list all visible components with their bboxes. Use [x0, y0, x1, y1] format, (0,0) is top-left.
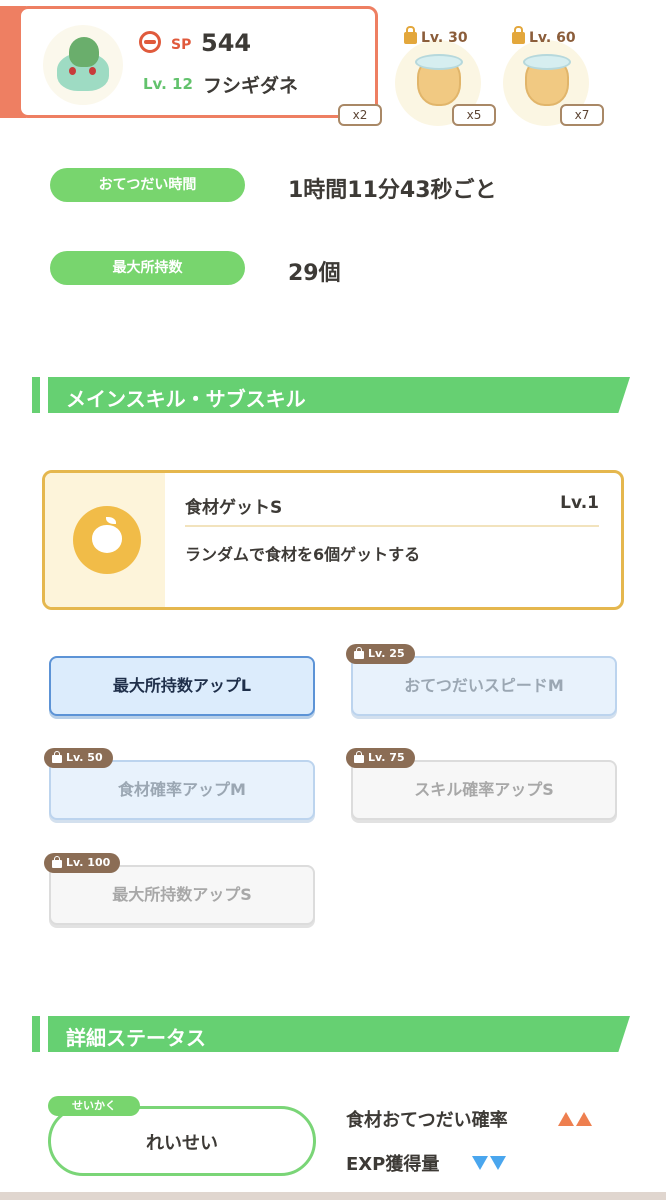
lock-icon — [52, 856, 62, 868]
section-accent-bar — [32, 1016, 40, 1052]
help-time-value: 1時間11分43秒ごと — [288, 178, 497, 203]
skills-section-title: メインスキル・サブスキル — [66, 387, 306, 411]
ingredient-lock-level: Lv. 30 — [421, 30, 468, 46]
lock-icon — [512, 26, 525, 44]
pokemon-header: SP 544 Lv. 12 フシギダネ x2 Lv. 30 x5 Lv. 60 … — [0, 0, 666, 128]
main-skill-description: ランダムで食材を6個ゲットする — [185, 545, 421, 564]
pokemon-name: フシギダネ — [203, 75, 299, 97]
pokemon-level: Lv. 12 — [143, 75, 193, 93]
help-time-label: おてつだい時間 — [50, 168, 245, 202]
down-arrow-icon — [472, 1156, 488, 1170]
sub-skill-button[interactable]: 最大所持数アップL — [49, 656, 315, 716]
leaf-icon — [106, 517, 116, 524]
pokemon-avatar — [43, 25, 123, 105]
eye-icon — [69, 67, 76, 75]
jar-lid-icon — [523, 54, 571, 70]
lock-icon — [354, 647, 364, 659]
sub-skill-button[interactable]: 食材確率アップM — [49, 760, 315, 820]
nature-box: れいせい — [48, 1106, 316, 1176]
bottom-divider — [0, 1192, 666, 1200]
up-arrow-icon — [558, 1112, 574, 1126]
ingredient-lock-level: Lv. 60 — [529, 30, 576, 46]
unlock-level: Lv. 75 — [368, 751, 405, 764]
details-section-header: 詳細ステータス — [32, 1016, 630, 1052]
down-arrow-icon — [490, 1156, 506, 1170]
nature-up-effect: 食材おてつだい確率 — [346, 1110, 508, 1131]
ingredient-multiplier: x2 — [338, 104, 382, 126]
pokemon-card[interactable]: SP 544 Lv. 12 フシギダネ — [18, 6, 378, 118]
ingredient-multiplier: x7 — [560, 104, 604, 126]
unlock-level-tag: Lv. 75 — [346, 748, 415, 768]
apple-icon — [92, 525, 122, 553]
unlock-level: Lv. 100 — [66, 856, 111, 869]
lock-icon — [354, 751, 364, 763]
sub-skill-button[interactable]: スキル確率アップS — [351, 760, 617, 820]
unlock-level-tag: Lv. 25 — [346, 644, 415, 664]
lock-icon — [404, 26, 417, 44]
section-accent-bar — [32, 377, 40, 413]
nature-tag: せいかく — [48, 1096, 140, 1116]
lock-icon — [52, 751, 62, 763]
main-skill-icon-panel — [45, 473, 165, 607]
skills-section-header: メインスキル・サブスキル — [32, 377, 630, 413]
main-skill-level: Lv.1 — [560, 493, 599, 513]
nature-value: れいせい — [146, 1133, 218, 1154]
unlock-level-tag: Lv. 50 — [44, 748, 113, 768]
main-skill-badge — [73, 506, 141, 574]
ingredient-multiplier: x5 — [452, 104, 496, 126]
max-carry-label: 最大所持数 — [50, 251, 245, 285]
sub-skill-button[interactable]: おてつだいスピードM — [351, 656, 617, 716]
ingredient-lock: Lv. 60 — [512, 26, 576, 46]
unlock-level: Lv. 25 — [368, 647, 405, 660]
pokeball-icon — [139, 31, 161, 53]
sp-label: SP — [171, 37, 192, 53]
eye-icon — [89, 67, 96, 75]
divider — [185, 525, 599, 527]
sub-skill-button[interactable]: 最大所持数アップS — [49, 865, 315, 925]
details-section-title: 詳細ステータス — [66, 1026, 206, 1050]
ingredient-lock: Lv. 30 — [404, 26, 468, 46]
bulb-icon — [69, 37, 99, 67]
sp-value: 544 — [201, 29, 252, 57]
max-carry-value: 29個 — [288, 261, 341, 286]
jar-lid-icon — [415, 54, 463, 70]
nature-down-effect: EXP獲得量 — [346, 1154, 440, 1175]
main-skill-name: 食材ゲットS — [185, 498, 283, 518]
unlock-level: Lv. 50 — [66, 751, 103, 764]
unlock-level-tag: Lv. 100 — [44, 853, 121, 873]
up-arrow-icon — [576, 1112, 592, 1126]
main-skill-card[interactable]: 食材ゲットS Lv.1 ランダムで食材を6個ゲットする — [42, 470, 624, 610]
